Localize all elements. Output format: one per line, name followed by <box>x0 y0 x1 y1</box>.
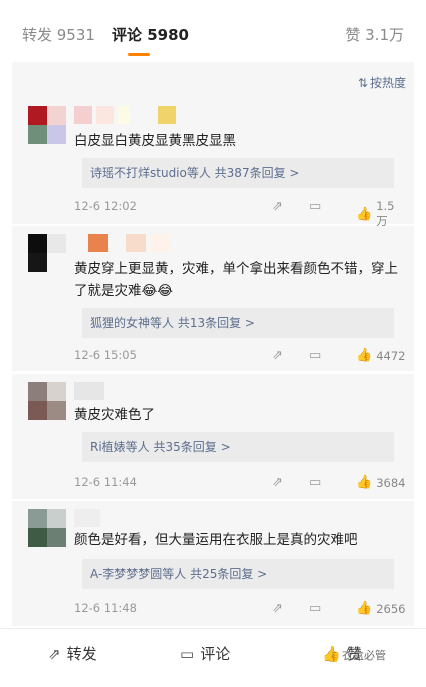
sort-label: 按热度 <box>369 76 406 90</box>
sort-by-hot-button[interactable]: ⇅ 按热度 <box>358 74 406 91</box>
reply-summary-link[interactable]: A-李梦梦梦圆等人 共25条回复 > <box>82 559 394 589</box>
comment-meta: 12-6 15:05 ⇗ ▭ 👍 4472 <box>74 348 405 366</box>
comment-text: 黄皮穿上更显黄，灾难，单个拿出来看颜色不错，穿上了就是灾难😂😂 <box>74 261 398 299</box>
reply-summary-link[interactable]: 狐狸的女神等人 共13条回复 > <box>82 308 394 338</box>
tab-like[interactable]: 赞 3.1万 <box>345 24 404 45</box>
comment-meta: 12-6 12:02 ⇗ ▭ 👍 1.5万 <box>74 199 404 228</box>
comment-label: 评论 <box>200 645 231 663</box>
reply-icon[interactable]: ▭ <box>309 199 321 214</box>
sort-row: ⇅ 按热度 <box>12 62 414 98</box>
username-blurred[interactable] <box>74 382 116 400</box>
comment-item: 黄皮穿上更显黄，灾难，单个拿出来看颜色不错，穿上了就是灾难😂😂 狐狸的女神等人 … <box>12 226 414 371</box>
comment-time: 12-6 11:44 <box>74 475 137 489</box>
comment-time: 12-6 12:02 <box>74 199 137 213</box>
repost-label: 转发 <box>66 645 97 663</box>
watermark: 衣盒必管 <box>342 649 386 662</box>
repost-button[interactable]: ⇗ 转发 <box>48 643 97 664</box>
share-icon[interactable]: ⇗ <box>272 348 283 363</box>
reply-summary-link[interactable]: Ri植婊等人 共35条回复 > <box>82 432 394 462</box>
comment-item: 黄皮灾难色了 Ri植婊等人 共35条回复 > 12-6 11:44 ⇗ ▭ 👍 3… <box>12 374 414 499</box>
share-icon[interactable]: ⇗ <box>272 475 283 490</box>
like-count: 3684 <box>376 475 406 490</box>
reply-icon[interactable]: ▭ <box>309 348 321 363</box>
like-count: 1.5万 <box>376 199 395 228</box>
like-count: 4472 <box>376 348 406 363</box>
like-button[interactable]: 👍 2656 <box>356 601 405 616</box>
comment-meta: 12-6 11:48 ⇗ ▭ 👍 2656 <box>74 601 405 619</box>
comment-item: 白皮显白黄皮显黄黑皮显黑 诗瑶不打烊studio等人 共387条回复 > 12-… <box>12 98 414 228</box>
like-button[interactable]: 👍 4472 <box>356 348 405 363</box>
username-blurred[interactable] <box>74 234 170 252</box>
active-tab-indicator <box>128 53 150 56</box>
thumbs-up-icon: 👍 <box>356 601 373 616</box>
comment-time: 12-6 15:05 <box>74 348 137 362</box>
comment-icon: ▭ <box>180 644 195 663</box>
like-button[interactable]: 👍 1.5万 <box>356 199 404 229</box>
tab-comment[interactable]: 评论 5980 <box>112 24 189 45</box>
reply-summary-link[interactable]: 诗瑶不打烊studio等人 共387条回复 > <box>82 158 394 188</box>
tab-repost[interactable]: 转发 9531 <box>22 24 95 45</box>
share-icon[interactable]: ⇗ <box>272 601 283 616</box>
thumbs-up-icon: 👍 <box>356 475 373 490</box>
comment-text: 黄皮灾难色了 <box>74 407 155 423</box>
comment-text: 颜色是好看，但大量运用在衣服上是真的灾难吧 <box>74 532 358 548</box>
share-icon[interactable]: ⇗ <box>272 199 283 214</box>
comment-item: 颜色是好看，但大量运用在衣服上是真的灾难吧 A-李梦梦梦圆等人 共25条回复 >… <box>12 501 414 626</box>
comment-time: 12-6 11:48 <box>74 601 137 615</box>
top-tabs: 转发 9531 评论 5980 赞 3.1万 <box>0 0 426 62</box>
like-button[interactable]: 👍 3684 <box>356 475 405 490</box>
avatar[interactable] <box>28 382 66 420</box>
username-blurred[interactable] <box>74 106 176 124</box>
avatar[interactable] <box>28 234 66 272</box>
reply-icon[interactable]: ▭ <box>309 601 321 616</box>
thumbs-up-icon: 👍 <box>322 644 341 663</box>
comment-meta: 12-6 11:44 ⇗ ▭ 👍 3684 <box>74 475 405 493</box>
reply-icon[interactable]: ▭ <box>309 475 321 490</box>
thumbs-up-icon: 👍 <box>356 206 373 222</box>
sort-icon: ⇅ <box>357 76 368 90</box>
username-blurred[interactable] <box>74 509 118 527</box>
thumbs-up-icon: 👍 <box>356 348 373 363</box>
comment-text: 白皮显白黄皮显黄黑皮显黑 <box>74 133 236 149</box>
avatar[interactable] <box>28 509 66 547</box>
share-icon: ⇗ <box>48 644 61 663</box>
avatar[interactable] <box>28 106 66 144</box>
like-count: 2656 <box>376 601 406 616</box>
comment-button[interactable]: ▭ 评论 <box>180 643 230 664</box>
